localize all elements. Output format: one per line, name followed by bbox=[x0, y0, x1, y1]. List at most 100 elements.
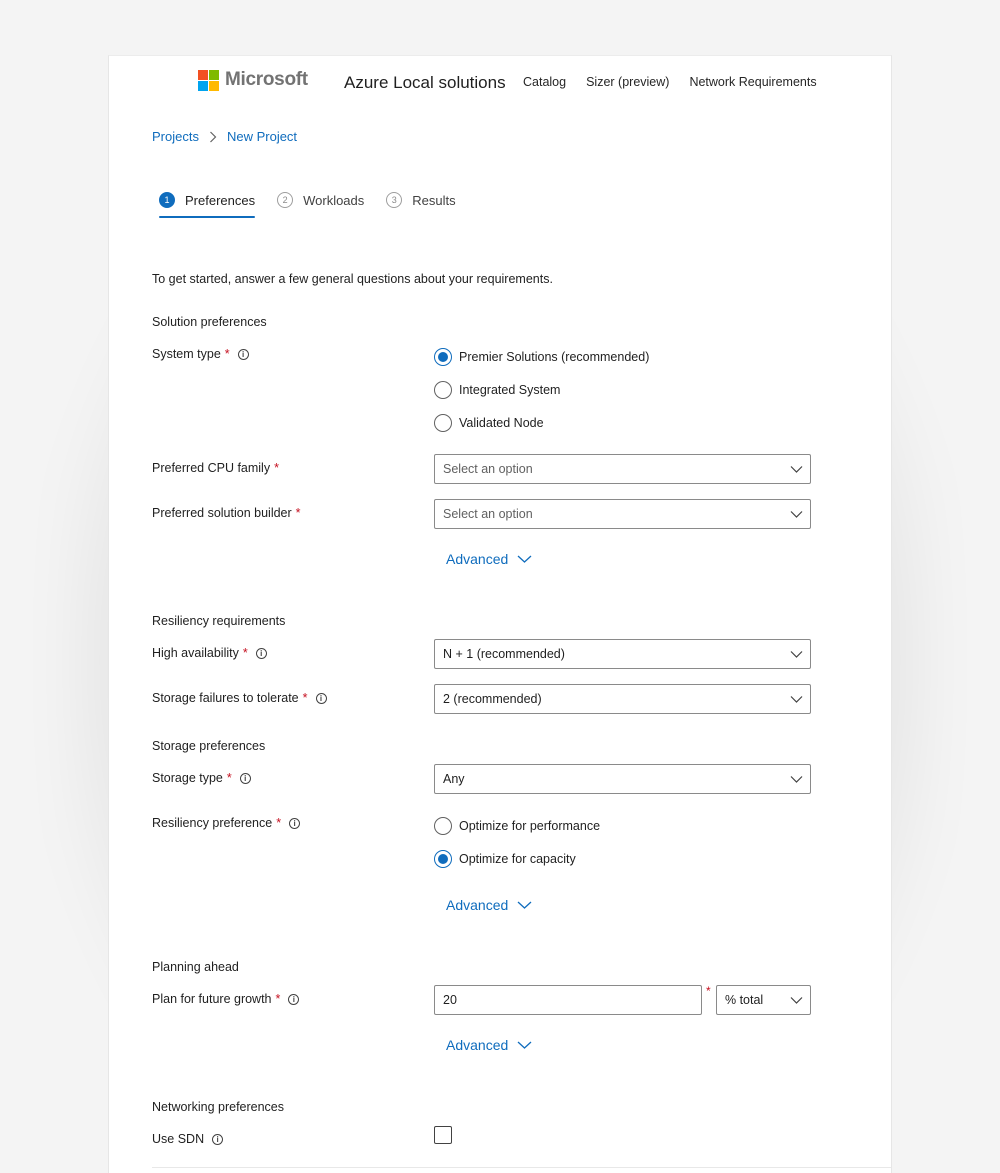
info-icon[interactable]: i bbox=[239, 772, 251, 784]
divider bbox=[152, 1167, 891, 1168]
radio-unchecked-icon[interactable] bbox=[434, 414, 452, 432]
use-sdn-label: Use SDN i bbox=[152, 1132, 224, 1146]
radio-integrated-system[interactable]: Integrated System bbox=[434, 381, 560, 399]
section-solution-preferences: Solution preferences bbox=[152, 315, 267, 329]
dropdown-value: N + 1 (recommended) bbox=[443, 647, 565, 661]
high-availability-dropdown[interactable]: N + 1 (recommended) bbox=[434, 639, 811, 669]
label-text: Preferred CPU family bbox=[152, 461, 271, 475]
chevron-down-icon bbox=[517, 1040, 532, 1050]
label-text: Resiliency preference bbox=[152, 816, 273, 830]
app-title[interactable]: Azure Local solutions bbox=[344, 73, 506, 93]
radio-checked-icon[interactable] bbox=[434, 348, 452, 366]
radio-premier-solutions[interactable]: Premier Solutions (recommended) bbox=[434, 348, 649, 366]
storage-type-dropdown[interactable]: Any bbox=[434, 764, 811, 794]
chevron-down-icon bbox=[790, 508, 803, 523]
radio-label: Premier Solutions (recommended) bbox=[459, 350, 650, 364]
info-icon[interactable]: i bbox=[315, 692, 327, 704]
step-preferences[interactable]: 1 Preferences bbox=[159, 192, 256, 218]
step-label: Results bbox=[412, 192, 456, 208]
storage-failures-dropdown[interactable]: 2 (recommended) bbox=[434, 684, 811, 714]
use-sdn-checkbox[interactable] bbox=[434, 1126, 452, 1144]
system-type-label: System type * i bbox=[152, 347, 249, 361]
dropdown-value: % total bbox=[725, 993, 764, 1007]
label-text: Storage failures to tolerate bbox=[152, 691, 299, 705]
radio-label: Optimize for capacity bbox=[459, 852, 576, 866]
solution-builder-label: Preferred solution builder * bbox=[152, 506, 301, 520]
step-label: Workloads bbox=[303, 192, 365, 208]
nav-network-requirements[interactable]: Network Requirements bbox=[689, 75, 816, 89]
solution-builder-dropdown[interactable]: Select an option bbox=[434, 499, 811, 529]
section-networking-preferences: Networking preferences bbox=[152, 1100, 285, 1114]
screenshot-stage: Microsoft Azure Local solutions Catalog … bbox=[0, 0, 1000, 1173]
resiliency-preference-label: Resiliency preference * i bbox=[152, 816, 301, 830]
required-mark: * bbox=[275, 992, 281, 1006]
label-text: Storage type bbox=[152, 771, 223, 785]
future-growth-input[interactable] bbox=[434, 985, 702, 1015]
required-mark: * bbox=[274, 461, 279, 475]
label-text: High availability bbox=[152, 646, 239, 660]
future-growth-label: Plan for future growth * i bbox=[152, 992, 300, 1006]
chevron-down-icon bbox=[790, 994, 803, 1009]
radio-label: Optimize for performance bbox=[459, 819, 601, 833]
growth-unit-dropdown[interactable]: % total bbox=[716, 985, 811, 1015]
chevron-down-icon bbox=[790, 773, 803, 788]
label-text: System type bbox=[152, 347, 221, 361]
section-storage-preferences: Storage preferences bbox=[152, 739, 266, 753]
cpu-family-label: Preferred CPU family * bbox=[152, 461, 279, 475]
advanced-solution-toggle[interactable]: Advanced bbox=[446, 551, 532, 567]
dropdown-value: Select an option bbox=[443, 462, 533, 476]
required-mark: * bbox=[224, 347, 230, 361]
advanced-storage-toggle[interactable]: Advanced bbox=[446, 897, 532, 913]
info-icon[interactable]: i bbox=[289, 817, 301, 829]
step-number: 1 bbox=[159, 192, 175, 208]
nav-catalog[interactable]: Catalog bbox=[523, 75, 566, 89]
intro-text: To get started, answer a few general que… bbox=[152, 272, 553, 286]
radio-unchecked-icon[interactable] bbox=[434, 817, 452, 835]
step-label: Preferences bbox=[185, 192, 256, 208]
step-workloads[interactable]: 2 Workloads bbox=[277, 192, 364, 218]
step-results[interactable]: 3 Results bbox=[386, 192, 456, 218]
radio-unchecked-icon[interactable] bbox=[434, 381, 452, 399]
chevron-right-icon bbox=[209, 131, 217, 143]
required-mark: * bbox=[226, 771, 232, 785]
required-mark: * bbox=[295, 506, 301, 520]
chevron-down-icon bbox=[790, 693, 803, 708]
microsoft-logo[interactable]: Microsoft bbox=[198, 69, 308, 91]
chevron-down-icon bbox=[517, 900, 532, 910]
required-mark: * bbox=[302, 691, 308, 705]
radio-optimize-capacity[interactable]: Optimize for capacity bbox=[434, 850, 576, 868]
page: Microsoft Azure Local solutions Catalog … bbox=[108, 55, 892, 1173]
cpu-family-dropdown[interactable]: Select an option bbox=[434, 454, 811, 484]
high-availability-label: High availability * i bbox=[152, 646, 267, 660]
label-text: Plan for future growth bbox=[152, 992, 272, 1006]
dropdown-value: 2 (recommended) bbox=[443, 692, 542, 706]
radio-label: Integrated System bbox=[459, 383, 561, 397]
microsoft-logo-icon bbox=[198, 69, 219, 91]
section-planning-ahead: Planning ahead bbox=[152, 960, 239, 974]
step-number: 3 bbox=[386, 192, 403, 208]
required-mark: * bbox=[706, 984, 711, 998]
chevron-down-icon bbox=[517, 554, 532, 564]
radio-checked-icon[interactable] bbox=[434, 850, 452, 868]
radio-validated-node[interactable]: Validated Node bbox=[434, 414, 544, 432]
breadcrumb: Projects New Project bbox=[152, 129, 297, 144]
info-icon[interactable]: i bbox=[237, 348, 249, 360]
wizard-steps: 1 Preferences 2 Workloads 3 Results bbox=[159, 192, 478, 218]
advanced-label: Advanced bbox=[446, 897, 509, 913]
breadcrumb-projects[interactable]: Projects bbox=[152, 129, 199, 144]
advanced-label: Advanced bbox=[446, 551, 509, 567]
radio-optimize-performance[interactable]: Optimize for performance bbox=[434, 817, 600, 835]
advanced-label: Advanced bbox=[446, 1037, 509, 1053]
label-text: Use SDN bbox=[152, 1132, 205, 1146]
required-mark: * bbox=[242, 646, 248, 660]
advanced-planning-toggle[interactable]: Advanced bbox=[446, 1037, 532, 1053]
nav-sizer[interactable]: Sizer (preview) bbox=[586, 75, 669, 89]
breadcrumb-new-project[interactable]: New Project bbox=[227, 129, 297, 144]
dropdown-value: Select an option bbox=[443, 507, 533, 521]
storage-failures-label: Storage failures to tolerate * i bbox=[152, 691, 327, 705]
info-icon[interactable]: i bbox=[288, 993, 300, 1005]
info-icon[interactable]: i bbox=[212, 1133, 224, 1145]
required-mark: * bbox=[276, 816, 282, 830]
info-icon[interactable]: i bbox=[255, 647, 267, 659]
top-nav: Catalog Sizer (preview) Network Requirem… bbox=[523, 75, 817, 89]
